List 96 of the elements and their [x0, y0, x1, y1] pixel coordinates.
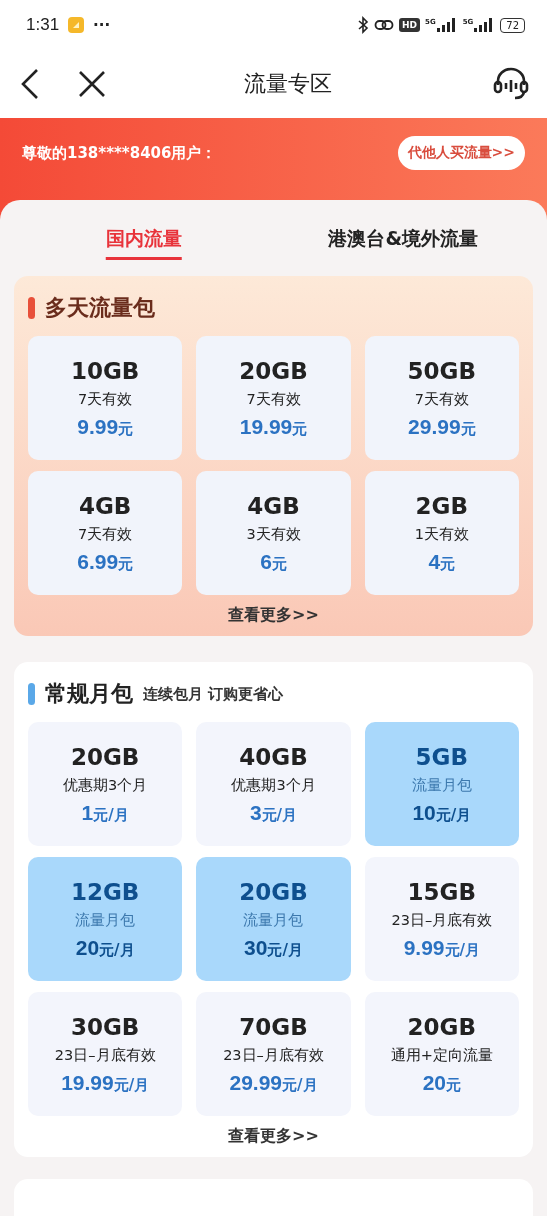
more-notifications: ··· — [93, 16, 111, 34]
signal-icon — [435, 18, 458, 32]
package-price: 6 — [260, 549, 272, 574]
package-size: 15GB — [407, 878, 477, 905]
package-validity: 23日–月底有效 — [223, 1045, 324, 1065]
package-validity: 流量月包 — [75, 910, 136, 930]
link-icon — [374, 18, 394, 32]
package-validity: 流量月包 — [243, 910, 304, 930]
price-unit: 元/月 — [93, 805, 129, 825]
package-validity: 7天有效 — [246, 389, 301, 409]
status-time: 1:31 — [26, 15, 60, 35]
package-card[interactable]: 5GB 流量月包 10元/月 — [364, 722, 519, 846]
price-unit: 元 — [292, 419, 308, 439]
package-validity: 优惠期3个月 — [63, 775, 148, 795]
price-unit: 元/月 — [99, 940, 135, 960]
tab[interactable]: 国内流量 — [14, 210, 274, 268]
price-unit: 元 — [460, 419, 476, 439]
package-validity: 通用+定向流量 — [390, 1045, 493, 1065]
package-price: 3 — [249, 800, 262, 825]
package-validity: 3天有效 — [246, 524, 301, 544]
package-card[interactable]: 20GB 通用+定向流量 20元 — [364, 992, 519, 1116]
package-card[interactable]: 4GB 7天有效 6.99元 — [28, 471, 183, 595]
package-card[interactable]: 15GB 23日–月底有效 9.99元/月 — [364, 857, 519, 981]
bluetooth-icon — [357, 16, 369, 34]
package-price: 9.99 — [403, 935, 445, 960]
package-size: 4GB — [78, 492, 132, 519]
price-unit: 元/月 — [444, 940, 480, 960]
package-price: 30 — [244, 935, 268, 960]
package-price: 1 — [81, 800, 94, 825]
package-card[interactable]: 30GB 23日–月底有效 19.99元/月 — [28, 992, 183, 1116]
package-card[interactable]: 50GB 7天有效 29.99元 — [364, 336, 519, 460]
section-title: 多天流量包 — [45, 294, 155, 322]
price-unit: 元 — [446, 1075, 461, 1095]
package-size: 5GB — [415, 743, 469, 770]
package-card[interactable]: 20GB 优惠期3个月 1元/月 — [28, 722, 183, 846]
package-card[interactable]: 10GB 7天有效 9.99元 — [28, 336, 183, 460]
package-card[interactable]: 20GB 流量月包 30元/月 — [196, 857, 351, 981]
package-validity: 7天有效 — [414, 389, 469, 409]
package-size: 20GB — [239, 878, 308, 905]
package-size: 20GB — [407, 1013, 477, 1040]
price-unit: 元/月 — [282, 1075, 318, 1095]
package-price: 20 — [422, 1070, 446, 1095]
package-size: 10GB — [70, 357, 140, 384]
package-card[interactable]: 70GB 23日–月底有效 29.99元/月 — [196, 992, 351, 1116]
package-price: 20 — [75, 935, 100, 960]
package-card[interactable]: 20GB 7天有效 19.99元 — [196, 336, 351, 460]
package-price: 9.99 — [77, 414, 119, 439]
package-card[interactable]: 2GB 1天有效 4元 — [364, 471, 519, 595]
package-validity: 23日–月底有效 — [391, 910, 493, 930]
view-more-link[interactable]: 查看更多>> — [228, 1126, 319, 1147]
package-validity: 1天有效 — [414, 524, 469, 544]
page-title: 流量专区 — [242, 70, 333, 98]
tab[interactable]: 港澳台&境外流量 — [273, 210, 533, 268]
package-size: 2GB — [415, 492, 469, 519]
price-unit: 元 — [118, 419, 134, 439]
price-unit: 元/月 — [435, 805, 472, 825]
package-size: 12GB — [70, 878, 140, 905]
price-unit: 元 — [118, 554, 134, 574]
hd-badge: HD — [399, 18, 420, 32]
package-price: 19.99 — [61, 1070, 114, 1095]
package-size: 20GB — [70, 743, 140, 770]
package-size: 50GB — [407, 357, 477, 384]
package-size: 20GB — [239, 357, 308, 384]
buy-for-others-button[interactable]: 代他人买流量>> — [397, 136, 525, 170]
package-price: 29.99 — [229, 1070, 283, 1095]
package-size: 40GB — [239, 743, 308, 770]
price-unit: 元 — [271, 554, 287, 574]
package-size: 4GB — [247, 492, 300, 519]
package-validity: 优惠期3个月 — [231, 775, 316, 795]
package-card[interactable]: 4GB 3天有效 6元 — [196, 471, 351, 595]
package-validity: 流量月包 — [411, 775, 472, 795]
package-price: 19.99 — [239, 414, 293, 439]
price-unit: 元/月 — [261, 805, 298, 825]
package-price: 10 — [412, 800, 436, 825]
headset-icon[interactable] — [493, 67, 529, 101]
package-validity: 7天有效 — [78, 524, 133, 544]
section-title: 常规月包 — [45, 680, 133, 708]
package-price: 6.99 — [77, 549, 119, 574]
package-validity: 7天有效 — [78, 389, 133, 409]
price-unit: 元/月 — [113, 1075, 150, 1095]
battery-indicator: 72 — [500, 17, 525, 33]
view-more-link[interactable]: 查看更多>> — [228, 605, 319, 626]
package-price: 29.99 — [408, 414, 461, 439]
greeting-text: 尊敬的138****8406用户： — [22, 144, 217, 163]
section-subtitle: 连续包月 订购更省心 — [143, 684, 284, 704]
back-icon[interactable] — [20, 68, 40, 100]
app-notification-icon — [67, 16, 86, 34]
package-card[interactable]: 12GB 流量月包 20元/月 — [28, 857, 183, 981]
close-icon[interactable] — [78, 70, 106, 98]
price-unit: 元/月 — [267, 940, 303, 960]
package-size: 30GB — [70, 1013, 140, 1040]
package-price: 4 — [428, 549, 441, 574]
package-size: 70GB — [239, 1013, 308, 1040]
price-unit: 元 — [440, 554, 456, 574]
package-card[interactable]: 40GB 优惠期3个月 3元/月 — [196, 722, 351, 846]
package-validity: 23日–月底有效 — [54, 1045, 156, 1065]
